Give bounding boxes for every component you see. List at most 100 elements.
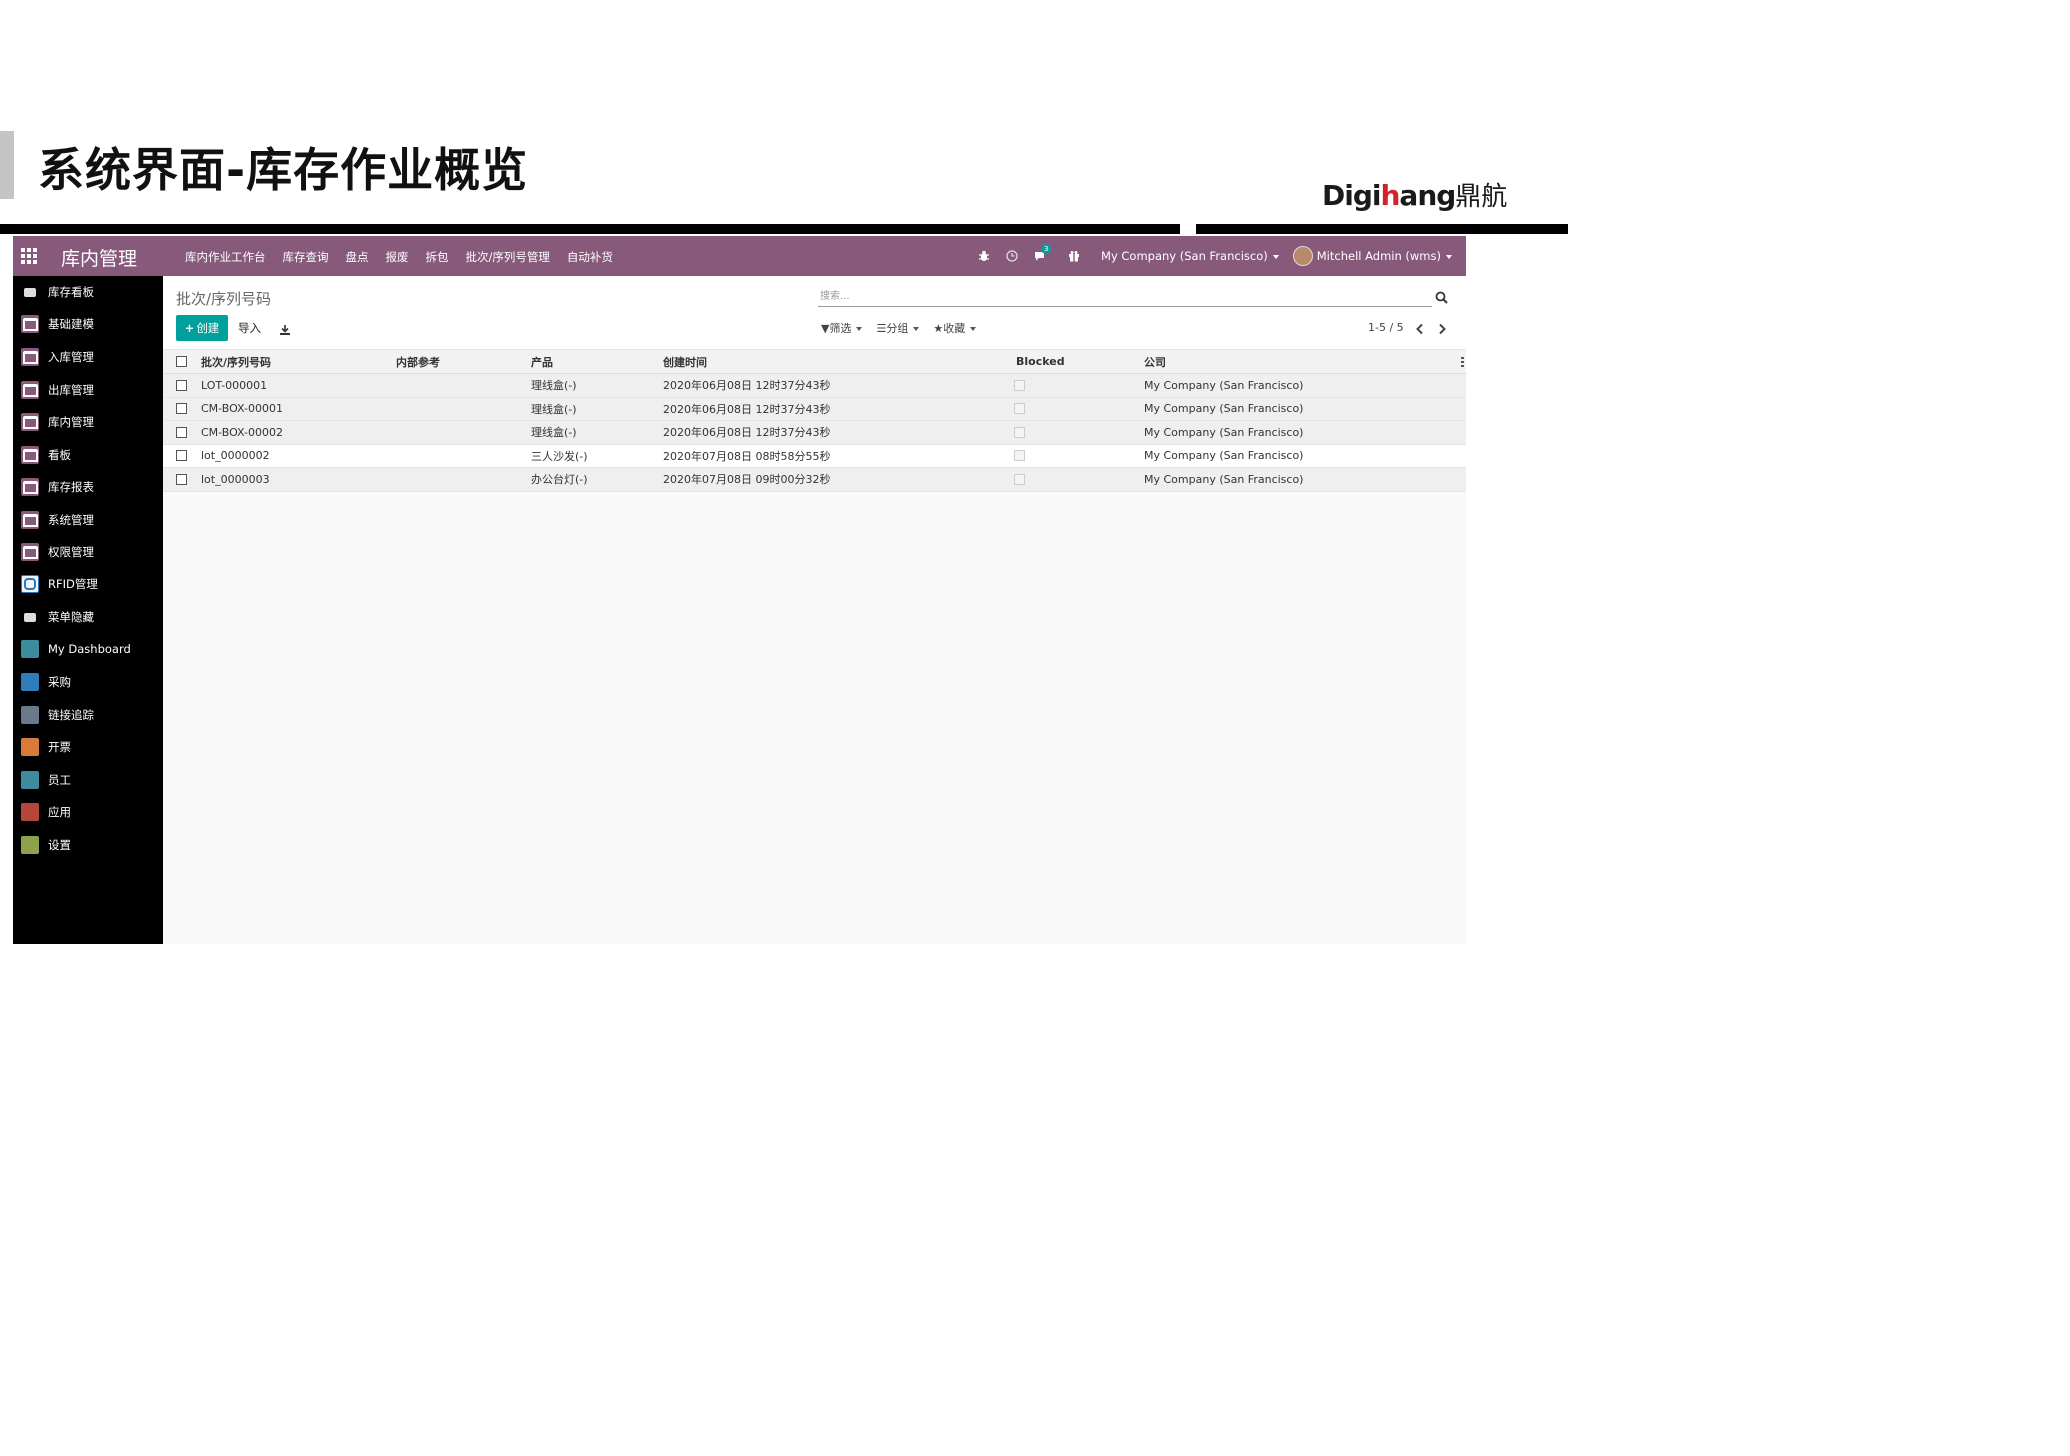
sidebar-item-permissions[interactable]: 权限管理 <box>13 541 163 563</box>
main-content: 批次/序列号码 搜索... + 创建 导入 ▼筛选 ☰分组 ★收藏 1-5 / 5 <box>163 276 1466 944</box>
cell-created: 2020年06月08日 12时37分43秒 <box>663 379 831 393</box>
search-icon[interactable] <box>1435 289 1449 304</box>
sidebar-item-outbound[interactable]: 出库管理 <box>13 379 163 401</box>
slide-divider-right <box>1196 224 1568 234</box>
chevron-left-icon[interactable] <box>1415 320 1427 335</box>
download-icon[interactable] <box>279 321 291 335</box>
cell-company: My Company (San Francisco) <box>1144 449 1304 463</box>
sidebar-item-employees[interactable]: 员工 <box>13 769 163 791</box>
table-row[interactable]: CM-BOX-00001 理线盒(-) 2020年06月08日 12时37分43… <box>163 397 1466 421</box>
sidebar-item-purchase[interactable]: 采购 <box>13 671 163 693</box>
plus-icon: + <box>184 321 195 335</box>
clock-icon[interactable] <box>1005 249 1019 263</box>
sidebar-item-label: 应用 <box>48 805 71 819</box>
warehouse-icon <box>21 381 39 399</box>
cell-lot: CM-BOX-00002 <box>201 425 284 439</box>
sidebar-item-label: 链接追踪 <box>48 708 94 722</box>
create-button[interactable]: + 创建 <box>176 315 228 341</box>
warehouse-icon <box>21 511 39 529</box>
app-grid-icon[interactable] <box>21 248 37 264</box>
row-checkbox[interactable] <box>176 398 187 421</box>
user-menu[interactable]: Mitchell Admin (wms) <box>1317 249 1452 263</box>
column-header-company[interactable]: 公司 <box>1144 350 1166 373</box>
group-by-button[interactable]: ☰分组 <box>876 320 920 336</box>
chevron-down-icon <box>856 327 863 331</box>
search-options: ▼筛选 ☰分组 ★收藏 <box>821 320 977 336</box>
sidebar-item-label: 库存报表 <box>48 480 94 494</box>
sidebar: 库存看板 基础建模 入库管理 出库管理 库内管理 看板 库存报表 系统管理 权限… <box>13 276 163 944</box>
sidebar-item-my-dashboard[interactable]: My Dashboard <box>13 638 163 660</box>
column-header-internal-ref[interactable]: 内部参考 <box>396 350 440 373</box>
app-name[interactable]: 库内管理 <box>61 244 137 271</box>
cell-product: 办公台灯(-) <box>531 473 588 487</box>
bug-icon[interactable] <box>977 249 991 263</box>
column-header-created[interactable]: 创建时间 <box>663 350 707 373</box>
menu-item-lot-serial[interactable]: 批次/序列号管理 <box>466 249 550 265</box>
table-row[interactable]: lot_0000003 办公台灯(-) 2020年07月08日 09时00分32… <box>163 468 1466 492</box>
link-icon <box>21 706 39 724</box>
app-window: 库内管理 库内作业工作台 库存查询 盘点 报废 拆包 批次/序列号管理 自动补货… <box>13 236 1466 944</box>
sidebar-item-stock-report[interactable]: 库存报表 <box>13 476 163 498</box>
messages-icon[interactable]: 3 <box>1033 244 1052 263</box>
menu-item-unpack[interactable]: 拆包 <box>426 249 449 265</box>
row-checkbox[interactable] <box>176 468 187 491</box>
star-icon: ★ <box>933 322 944 335</box>
gift-icon[interactable] <box>1067 249 1081 263</box>
optional-columns-icon[interactable] <box>1461 357 1464 367</box>
row-checkbox[interactable] <box>176 445 187 468</box>
sidebar-item-internal[interactable]: 库内管理 <box>13 411 163 433</box>
list-icon: ☰ <box>876 322 887 335</box>
sidebar-item-label: 出库管理 <box>48 383 94 397</box>
sidebar-item-basic-modeling[interactable]: 基础建模 <box>13 313 163 335</box>
column-header-product[interactable]: 产品 <box>531 350 553 373</box>
favorites-button[interactable]: ★收藏 <box>933 320 977 336</box>
systray: 3 My Company (San Francisco) Mitchell Ad… <box>977 236 1466 276</box>
sidebar-item-menu-hide[interactable]: 菜单隐藏 <box>13 606 163 628</box>
sidebar-item-system[interactable]: 系统管理 <box>13 509 163 531</box>
menu-item-auto-replenish[interactable]: 自动补货 <box>567 249 613 265</box>
import-button[interactable]: 导入 <box>238 320 261 336</box>
column-header-lot[interactable]: 批次/序列号码 <box>201 350 271 373</box>
filter-button[interactable]: ▼筛选 <box>821 320 863 336</box>
company-switcher[interactable]: My Company (San Francisco) <box>1101 249 1279 263</box>
sidebar-item-label: 入库管理 <box>48 350 94 364</box>
cell-lot: lot_0000002 <box>201 449 270 463</box>
select-all-checkbox[interactable] <box>176 350 187 373</box>
row-checkbox[interactable] <box>176 421 187 444</box>
chevron-down-icon <box>913 327 920 331</box>
dashboard-icon <box>21 640 39 658</box>
sidebar-item-apps[interactable]: 应用 <box>13 801 163 823</box>
chevron-right-icon[interactable] <box>1437 320 1449 335</box>
user-avatar[interactable] <box>1292 246 1313 266</box>
sidebar-item-label: 看板 <box>48 448 71 462</box>
row-checkbox[interactable] <box>176 374 187 397</box>
column-header-blocked[interactable]: Blocked <box>1016 350 1065 373</box>
user-name: Mitchell Admin (wms) <box>1316 249 1441 263</box>
menu-item-scrap[interactable]: 报废 <box>386 249 409 265</box>
blocked-checkbox <box>1014 374 1025 397</box>
cell-product: 理线盒(-) <box>531 426 577 440</box>
menu-item-inventory-count[interactable]: 盘点 <box>346 249 369 265</box>
table-row[interactable]: CM-BOX-00002 理线盒(-) 2020年06月08日 12时37分43… <box>163 421 1466 445</box>
chevron-down-icon <box>970 327 977 331</box>
sidebar-item-settings[interactable]: 设置 <box>13 834 163 856</box>
sidebar-item-rfid[interactable]: RFID管理 <box>13 573 163 595</box>
menu-item-workbench[interactable]: 库内作业工作台 <box>185 249 266 265</box>
table-row[interactable]: LOT-000001 理线盒(-) 2020年06月08日 12时37分43秒 … <box>163 374 1466 398</box>
cell-company: My Company (San Francisco) <box>1144 378 1304 392</box>
sidebar-item-label: My Dashboard <box>48 642 131 656</box>
table-row[interactable]: lot_0000002 三人沙发(-) 2020年07月08日 08时58分55… <box>163 444 1466 468</box>
slide-accent-bar <box>0 131 14 199</box>
sidebar-item-inbound[interactable]: 入库管理 <box>13 346 163 368</box>
pager-value[interactable]: 1-5 / 5 <box>1368 321 1404 334</box>
search-input[interactable]: 搜索... <box>818 288 1432 307</box>
cell-lot: LOT-000001 <box>201 378 268 392</box>
sidebar-item-link-tracker[interactable]: 链接追踪 <box>13 704 163 726</box>
sidebar-item-invoicing[interactable]: 开票 <box>13 736 163 758</box>
sidebar-item-stock-dashboard[interactable]: 库存看板 <box>13 281 163 303</box>
menu-item-stock-query[interactable]: 库存查询 <box>283 249 329 265</box>
warehouse-icon <box>21 413 39 431</box>
cell-created: 2020年06月08日 12时37分43秒 <box>663 426 831 440</box>
create-label: 创建 <box>196 321 220 335</box>
sidebar-item-kanban[interactable]: 看板 <box>13 444 163 466</box>
